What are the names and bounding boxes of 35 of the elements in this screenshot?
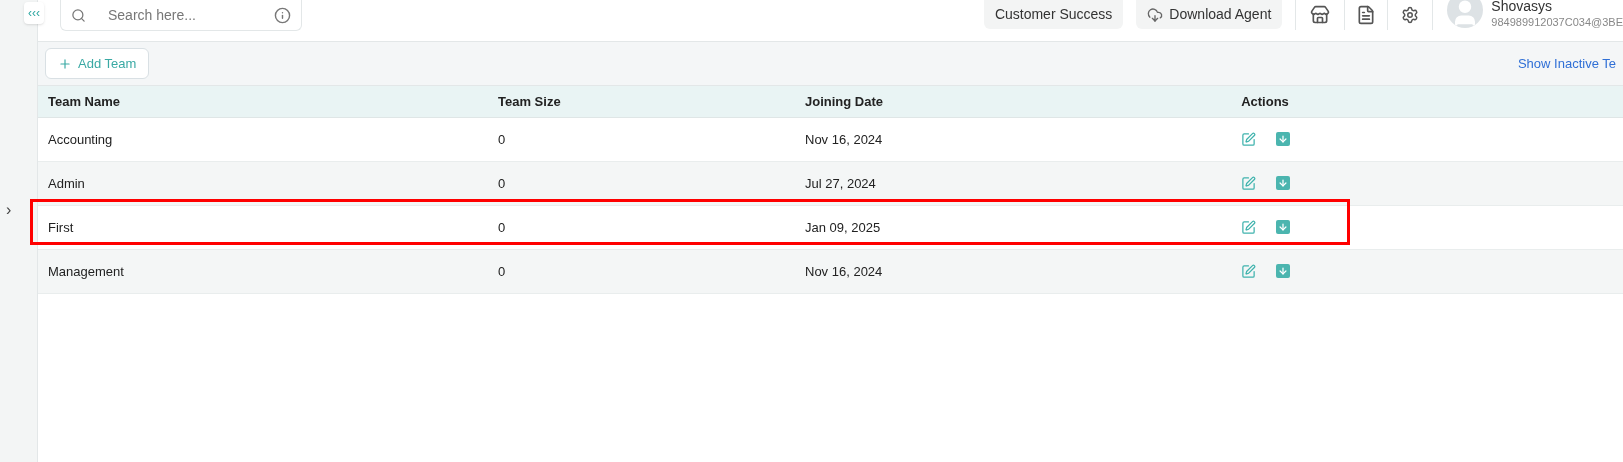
archive-icon[interactable] <box>1275 220 1290 234</box>
search-field[interactable]: Search here... <box>108 4 252 26</box>
table-cell-text: 0 <box>498 130 507 149</box>
user-email: 984989912037C034@3BE <box>1491 15 1623 30</box>
table-cell-text: Nov 16, 2024 <box>805 130 884 149</box>
table-cell-text: Nov 16, 2024 <box>805 262 884 281</box>
edit-icon[interactable] <box>1240 176 1256 191</box>
download-agent-button[interactable]: Download Agent <box>1136 0 1283 29</box>
table-cell-text: 0 <box>498 218 507 237</box>
table-cell-text: 0 <box>498 262 507 281</box>
edit-icon[interactable] <box>1240 264 1256 279</box>
column-header: Team Size <box>498 92 562 111</box>
column-header: Actions <box>1240 92 1290 111</box>
plus-icon <box>58 56 72 71</box>
table-cell-text: Jan 09, 2025 <box>805 218 882 237</box>
cloud-download-icon <box>1147 6 1164 23</box>
archive-icon[interactable] <box>1275 176 1290 190</box>
table-cell-text: Accounting <box>48 130 114 149</box>
table-cell-text: Admin <box>48 174 86 193</box>
expand-toggle[interactable]: › <box>6 198 12 222</box>
customer-success-button[interactable]: Customer Success <box>983 0 1124 29</box>
edit-icon[interactable] <box>1240 132 1256 147</box>
table-cell-text: Jul 27, 2024 <box>805 174 877 193</box>
table-cell-text: Management <box>48 262 125 281</box>
column-header: Joining Date <box>805 92 884 111</box>
column-header: Team Name <box>48 92 121 111</box>
edit-icon[interactable] <box>1240 220 1256 235</box>
archive-icon[interactable] <box>1275 264 1290 278</box>
search-icon <box>71 7 86 23</box>
user-name: Shovasys <box>1491 0 1554 16</box>
table-cell-text: 0 <box>498 174 507 193</box>
search-box[interactable]: Search here... <box>60 0 302 31</box>
table-cell-text: First <box>48 218 75 237</box>
archive-icon[interactable] <box>1275 132 1290 146</box>
info-icon <box>274 6 291 24</box>
